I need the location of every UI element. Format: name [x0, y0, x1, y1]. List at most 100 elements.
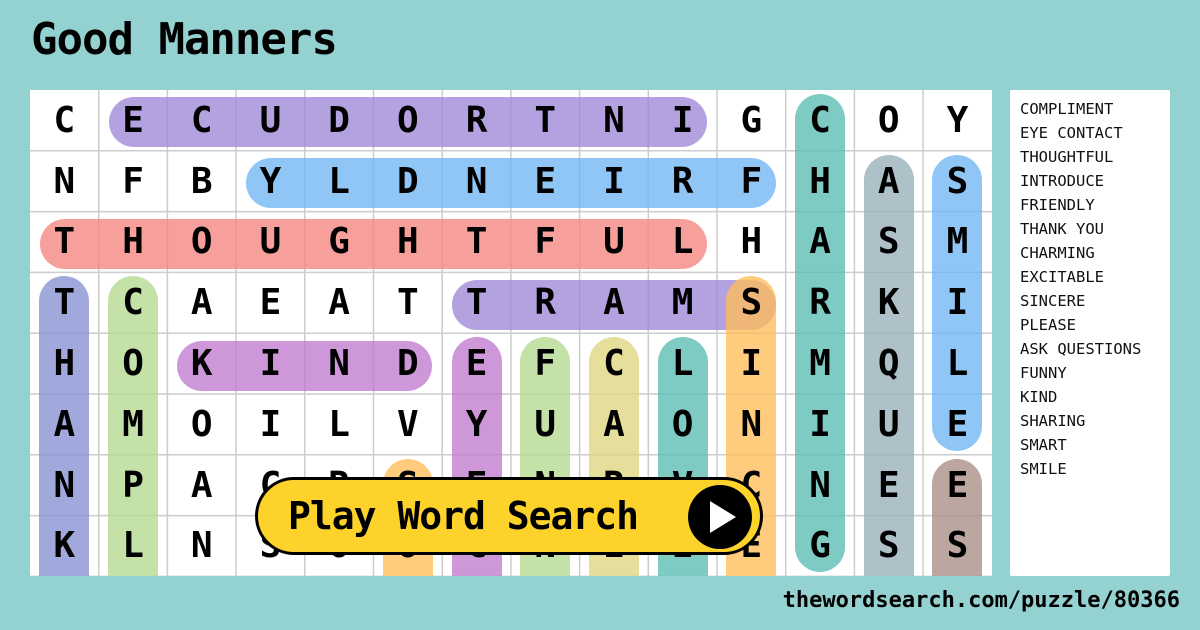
- grid-cell[interactable]: L: [99, 516, 168, 576]
- grid-cell[interactable]: R: [511, 272, 580, 333]
- grid-cell[interactable]: S: [923, 151, 992, 212]
- grid-cell[interactable]: E: [99, 90, 168, 151]
- grid-cell[interactable]: U: [854, 394, 923, 455]
- grid-cell[interactable]: N: [580, 90, 649, 151]
- grid-cell[interactable]: T: [374, 272, 443, 333]
- grid-cell[interactable]: N: [786, 455, 855, 516]
- grid-cell[interactable]: Y: [923, 90, 992, 151]
- grid-cell[interactable]: E: [923, 455, 992, 516]
- grid-cell[interactable]: P: [99, 455, 168, 516]
- grid-cell[interactable]: Y: [236, 151, 305, 212]
- grid-cell[interactable]: D: [374, 333, 443, 394]
- grid-cell[interactable]: N: [305, 333, 374, 394]
- grid-cell[interactable]: T: [30, 272, 99, 333]
- grid-cell[interactable]: S: [854, 212, 923, 273]
- grid-cell[interactable]: E: [511, 151, 580, 212]
- grid-cell[interactable]: I: [236, 394, 305, 455]
- grid-cell[interactable]: Q: [854, 333, 923, 394]
- grid-cell[interactable]: R: [786, 272, 855, 333]
- grid-cell[interactable]: D: [374, 151, 443, 212]
- grid-cell[interactable]: S: [854, 516, 923, 576]
- grid-cell[interactable]: N: [30, 455, 99, 516]
- grid-cell[interactable]: R: [442, 90, 511, 151]
- grid-cell[interactable]: N: [30, 151, 99, 212]
- grid-cell[interactable]: H: [786, 151, 855, 212]
- grid-cell[interactable]: O: [374, 90, 443, 151]
- grid-cell[interactable]: R: [648, 151, 717, 212]
- grid-cell[interactable]: G: [305, 212, 374, 273]
- grid-cell[interactable]: T: [442, 272, 511, 333]
- grid-cell[interactable]: F: [717, 151, 786, 212]
- grid-cell[interactable]: T: [511, 90, 580, 151]
- grid-cell[interactable]: K: [167, 333, 236, 394]
- grid-cell[interactable]: N: [442, 151, 511, 212]
- grid-cell[interactable]: O: [854, 90, 923, 151]
- grid-cell[interactable]: H: [99, 212, 168, 273]
- grid-cell[interactable]: C: [167, 90, 236, 151]
- word-list-item: ASK QUESTIONS: [1020, 340, 1142, 358]
- grid-cell[interactable]: L: [648, 212, 717, 273]
- grid-cell[interactable]: I: [717, 333, 786, 394]
- grid-cell[interactable]: I: [236, 333, 305, 394]
- grid-cell[interactable]: C: [30, 90, 99, 151]
- word-list-item: SHARING: [1020, 412, 1086, 430]
- grid-cell[interactable]: A: [580, 272, 649, 333]
- grid-cell[interactable]: I: [923, 272, 992, 333]
- grid-cell[interactable]: B: [167, 151, 236, 212]
- grid-cell[interactable]: M: [786, 333, 855, 394]
- grid-cell[interactable]: H: [30, 333, 99, 394]
- grid-cell[interactable]: U: [580, 212, 649, 273]
- grid-cell[interactable]: L: [923, 333, 992, 394]
- grid-cell[interactable]: O: [167, 394, 236, 455]
- grid-cell[interactable]: G: [786, 516, 855, 576]
- grid-cell[interactable]: U: [236, 212, 305, 273]
- grid-cell[interactable]: A: [580, 394, 649, 455]
- grid-cell[interactable]: T: [30, 212, 99, 273]
- grid-cell[interactable]: I: [786, 394, 855, 455]
- grid-cell[interactable]: D: [305, 90, 374, 151]
- grid-cell[interactable]: I: [648, 90, 717, 151]
- grid-cell[interactable]: I: [580, 151, 649, 212]
- grid-cell[interactable]: O: [99, 333, 168, 394]
- grid-cell[interactable]: L: [305, 394, 374, 455]
- grid-cell[interactable]: A: [305, 272, 374, 333]
- grid-cell[interactable]: K: [854, 272, 923, 333]
- grid-cell[interactable]: S: [717, 272, 786, 333]
- grid-cell[interactable]: C: [786, 90, 855, 151]
- grid-cell[interactable]: U: [511, 394, 580, 455]
- puzzle-url[interactable]: thewordsearch.com/puzzle/80366: [783, 588, 1180, 613]
- grid-cell[interactable]: A: [30, 394, 99, 455]
- grid-cell[interactable]: U: [236, 90, 305, 151]
- grid-cell[interactable]: A: [786, 212, 855, 273]
- grid-cell[interactable]: H: [374, 212, 443, 273]
- grid-cell[interactable]: E: [442, 333, 511, 394]
- grid-cell[interactable]: F: [511, 333, 580, 394]
- grid-cell[interactable]: F: [511, 212, 580, 273]
- grid-cell[interactable]: L: [305, 151, 374, 212]
- grid-cell[interactable]: Y: [442, 394, 511, 455]
- grid-cell[interactable]: L: [648, 333, 717, 394]
- grid-cell[interactable]: O: [167, 212, 236, 273]
- grid-cell[interactable]: T: [442, 212, 511, 273]
- grid-cell[interactable]: A: [167, 272, 236, 333]
- grid-cell[interactable]: E: [923, 394, 992, 455]
- play-word-search-button[interactable]: Play Word Search: [255, 477, 763, 555]
- grid-cell[interactable]: E: [236, 272, 305, 333]
- grid-cell[interactable]: V: [374, 394, 443, 455]
- grid-cell[interactable]: C: [99, 272, 168, 333]
- grid-cell[interactable]: N: [717, 394, 786, 455]
- grid-cell[interactable]: C: [580, 333, 649, 394]
- grid-cell[interactable]: A: [854, 151, 923, 212]
- grid-cell[interactable]: O: [648, 394, 717, 455]
- grid-cell[interactable]: M: [99, 394, 168, 455]
- grid-cell[interactable]: A: [167, 455, 236, 516]
- grid-cell[interactable]: M: [648, 272, 717, 333]
- grid-cell[interactable]: H: [717, 212, 786, 273]
- grid-cell[interactable]: S: [923, 516, 992, 576]
- grid-cell[interactable]: K: [30, 516, 99, 576]
- grid-cell[interactable]: E: [854, 455, 923, 516]
- grid-cell[interactable]: F: [99, 151, 168, 212]
- grid-cell[interactable]: N: [167, 516, 236, 576]
- grid-cell[interactable]: G: [717, 90, 786, 151]
- grid-cell[interactable]: M: [923, 212, 992, 273]
